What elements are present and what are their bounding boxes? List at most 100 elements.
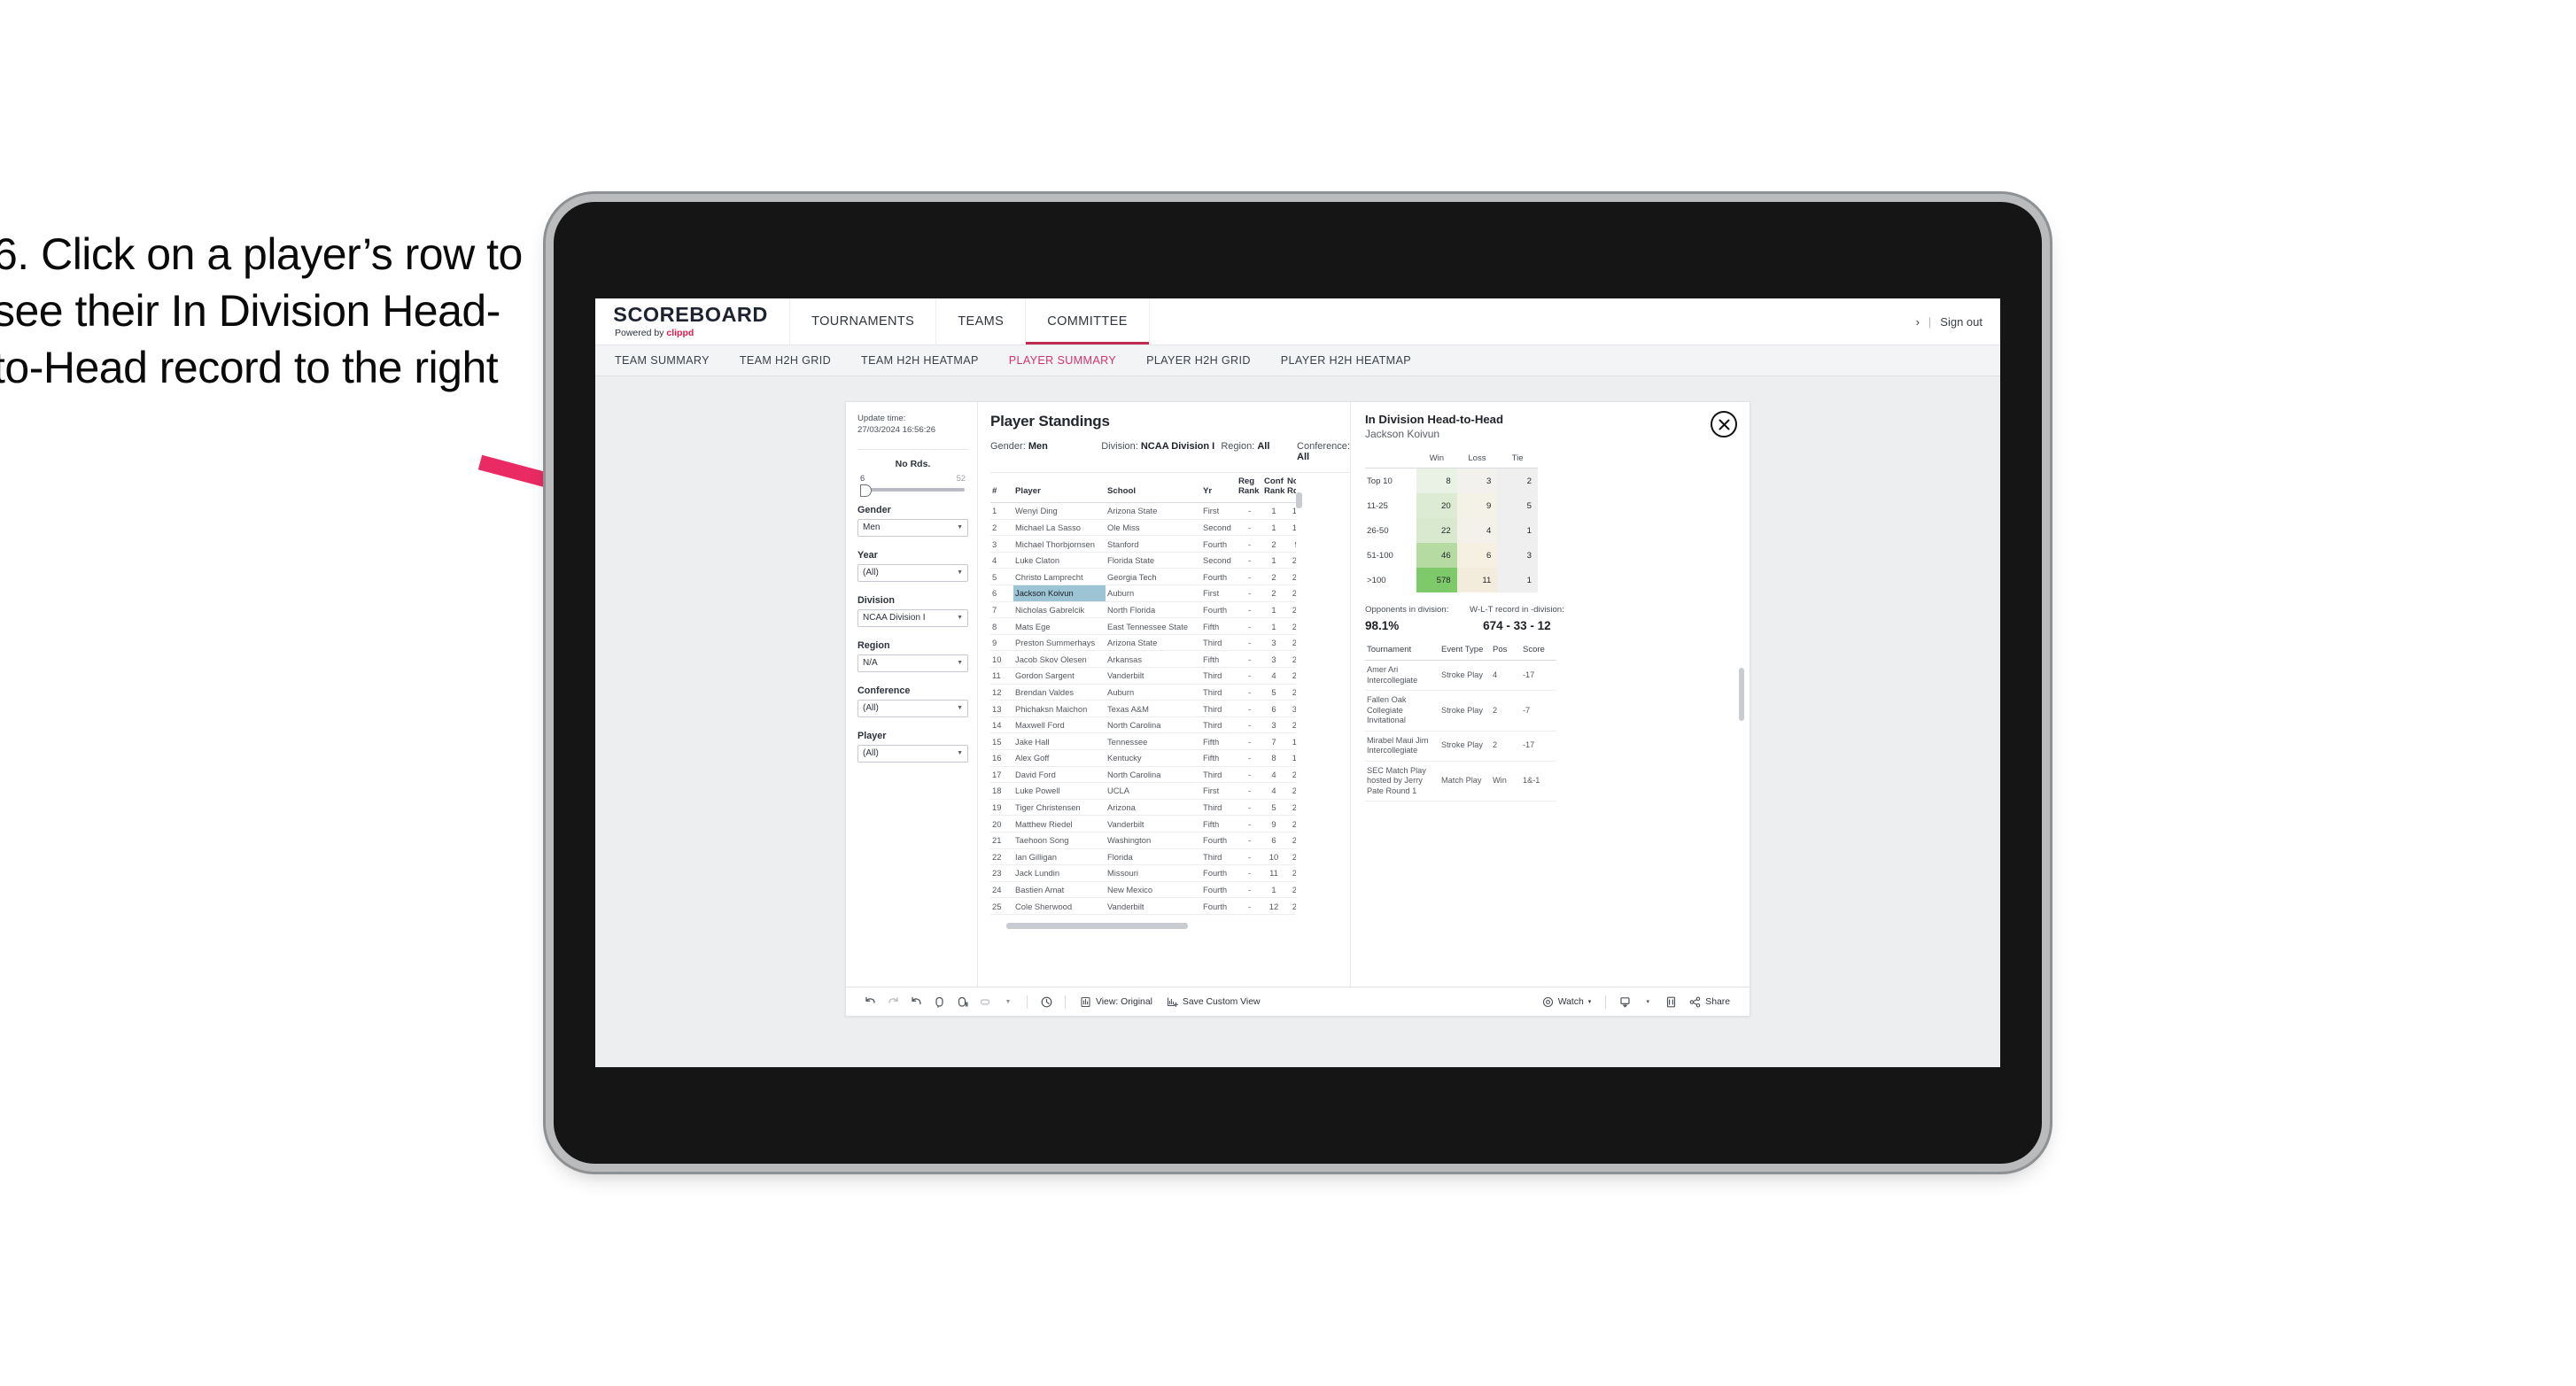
table-row[interactable]: 9Preston SummerhaysArizona StateThird-32… [990, 634, 1296, 652]
table-row[interactable]: 12Brendan ValdesAuburnThird-5270 [990, 684, 1296, 701]
download-caret-icon[interactable]: ▾ [1636, 990, 1659, 1013]
filter-gender-select[interactable]: Men ▼ [857, 518, 968, 537]
cell-reg-rank: - [1237, 799, 1262, 817]
table-row[interactable]: 16Alex GoffKentuckyFifth-8190 [990, 749, 1296, 767]
top-nav-links: TOURNAMENTS TEAMS COMMITTEE [790, 298, 1150, 345]
col-rank[interactable]: # [990, 473, 1013, 504]
cell-school: Tennessee [1106, 732, 1201, 750]
table-row[interactable]: 5Christo LamprechtGeorgia TechFourth-221… [990, 568, 1296, 586]
filter-conference-value: (All) [863, 703, 879, 714]
filter-year-select[interactable]: (All) ▼ [857, 563, 968, 582]
tournament-row[interactable]: Fallen Oak Collegiate Invitational Stroke… [1365, 690, 1556, 732]
tournament-scrollbar[interactable] [1739, 668, 1744, 721]
tournament-row[interactable]: Amer Ari Intercollegiate Stroke Play 4 -17 [1365, 660, 1556, 691]
slider-handle[interactable] [860, 484, 872, 497]
nav-tournaments[interactable]: TOURNAMENTS [790, 298, 937, 345]
cell-school: Arizona [1106, 799, 1201, 817]
close-icon[interactable] [1711, 411, 1737, 437]
view-original-button[interactable]: View: Original [1073, 996, 1160, 1008]
redo-icon[interactable] [881, 990, 904, 1013]
visualization-body: Update time: 27/03/2024 16:56:26 No Rds.… [846, 402, 1750, 987]
cell-player: Cole Sherwood [1013, 897, 1106, 915]
cell-event-type: Match Play [1439, 761, 1491, 801]
table-row[interactable]: 14Maxwell FordNorth CarolinaThird-3230 [990, 716, 1296, 734]
save-custom-view-label: Save Custom View [1182, 996, 1261, 1007]
cell-school: Arkansas [1106, 650, 1201, 669]
table-row[interactable]: 24Bastien AmatNew MexicoFourth-1272 [990, 881, 1296, 899]
col-player[interactable]: Player [1013, 473, 1106, 504]
col-reg-rank[interactable]: Reg Rank [1237, 473, 1262, 504]
col-school[interactable]: School [1106, 473, 1201, 504]
horizontal-scrollbar[interactable] [1006, 922, 1188, 929]
undo-icon[interactable] [858, 990, 881, 1013]
table-row[interactable]: 15Jake HallTennesseeFifth-7180 [990, 732, 1296, 750]
table-row[interactable]: 23Jack LundinMissouriFourth-11240 [990, 864, 1296, 882]
cell-conf-rank: 10 [1262, 848, 1285, 866]
nav-committee[interactable]: COMMITTEE [1026, 298, 1150, 345]
brand-logo[interactable]: SCOREBOARD Powered by clippd [595, 298, 791, 345]
highlight-icon[interactable] [974, 990, 997, 1013]
table-row[interactable]: 10Jacob Skov OlesenArkansasFifth-3230 [990, 650, 1296, 669]
table-row[interactable]: 8Mats EgeEast Tennessee StateFifth-1242 [990, 617, 1296, 635]
tournament-row[interactable]: Mirabel Maui Jim Intercollegiate Stroke P… [1365, 731, 1556, 762]
tablet-screen: SCOREBOARD Powered by clippd TOURNAMENTS… [595, 298, 2000, 1067]
standings-table-scroll: # Player School Yr Reg Rank Conf Rank No… [978, 473, 1296, 987]
tab-player-summary[interactable]: PLAYER SUMMARY [1009, 354, 1116, 367]
table-row[interactable]: 22Ian GilliganFloridaThird-10241 [990, 848, 1296, 866]
download-icon[interactable] [1613, 990, 1636, 1013]
table-row[interactable]: 21Taehoon SongWashingtonFourth-6231 [990, 832, 1296, 849]
table-row[interactable]: 7 Nicholas Gabrelcik North Florida Fourth -1… [990, 601, 1296, 619]
filter-conference-select[interactable]: (All) ▼ [857, 699, 968, 717]
dashboard-workspace: Update time: 27/03/2024 16:56:26 No Rds.… [595, 376, 2000, 1017]
table-row[interactable]: 20Matthew RiedelVanderbiltFifth-9230 [990, 815, 1296, 832]
table-row[interactable]: 3Michael ThorbjornsenStanfordFourth-291 [990, 535, 1296, 553]
revert-icon[interactable] [904, 990, 927, 1013]
filter-region: Region N/A ▼ [857, 640, 968, 672]
save-custom-view-button[interactable]: Save Custom View [1160, 996, 1268, 1008]
table-row[interactable]: 11Gordon SargentVanderbiltThird-4210 [990, 667, 1296, 685]
filter-division-select[interactable]: NCAA Division I ▼ [857, 608, 968, 627]
table-row[interactable]: 4Luke ClatonFlorida StateSecond-1272 [990, 552, 1296, 569]
tab-team-h2h-heatmap[interactable]: TEAM H2H HEATMAP [861, 354, 979, 367]
filter-region-select[interactable]: N/A ▼ [857, 654, 968, 672]
tournament-row[interactable]: SEC Match Play hosted by Jerry Pate Roun… [1365, 761, 1556, 801]
app-sub-navbar: TEAM SUMMARY TEAM H2H GRID TEAM H2H HEAT… [595, 345, 2000, 376]
nav-teams[interactable]: TEAMS [936, 298, 1027, 345]
col-no-rds[interactable]: No Rds. [1285, 473, 1296, 504]
cell-rank: 17 [990, 766, 1013, 784]
table-row[interactable]: 1Wenyi DingArizona StateFirst-1151 [990, 502, 1296, 520]
cell-rank: 25 [990, 897, 1013, 915]
table-row[interactable]: 25Cole SherwoodVanderbiltFourth-12231 [990, 897, 1296, 915]
table-row[interactable]: 17David FordNorth CarolinaThird-4211 [990, 766, 1296, 784]
highlight-caret-icon[interactable]: ▼ [997, 990, 1020, 1013]
filter-player-select[interactable]: (All) ▼ [857, 744, 968, 763]
table-row[interactable]: 13Phichaksn MaichonTexas A&MThird-6301 [990, 700, 1296, 717]
share-button[interactable]: Share [1682, 996, 1737, 1008]
chevron-right-icon[interactable]: › [1916, 315, 1920, 329]
refresh-data-icon[interactable] [927, 990, 950, 1013]
tab-team-h2h-grid[interactable]: TEAM H2H GRID [740, 354, 831, 367]
tab-team-summary[interactable]: TEAM SUMMARY [615, 354, 710, 367]
heatmap-row: 26-50 22 4 1 [1365, 518, 1538, 543]
cell-school: Auburn [1106, 684, 1201, 701]
fullscreen-icon[interactable] [1659, 990, 1682, 1013]
cell-player: Matthew Riedel [1013, 815, 1106, 832]
col-conf-rank[interactable]: Conf Rank [1262, 473, 1285, 504]
cell-event-type: Stroke Play [1439, 731, 1491, 762]
vertical-scrollbar[interactable] [1296, 492, 1302, 508]
col-yr[interactable]: Yr [1201, 473, 1237, 504]
table-row[interactable]: 19Tiger ChristensenArizonaThird-5232 [990, 799, 1296, 817]
tab-player-h2h-grid[interactable]: PLAYER H2H GRID [1146, 354, 1251, 367]
table-row[interactable]: 18Luke PowellUCLAFirst-4241 [990, 782, 1296, 800]
tab-player-h2h-heatmap[interactable]: PLAYER H2H HEATMAP [1281, 354, 1411, 367]
watch-button[interactable]: Watch ▾ [1535, 996, 1599, 1008]
no-rounds-slider[interactable] [860, 484, 965, 497]
no-rounds-min: 6 [860, 472, 865, 483]
table-row[interactable]: 6Jackson KoivunAuburnFirst-2271 [990, 585, 1296, 602]
table-row[interactable]: 2Michael La SassoOle MissSecond-1180 [990, 519, 1296, 537]
sign-out-link[interactable]: Sign out [1940, 315, 1982, 329]
cell-no-rds: 9 [1285, 535, 1296, 553]
clock-icon[interactable] [1035, 990, 1058, 1013]
cell-yr: Third [1201, 766, 1237, 784]
pause-updates-icon[interactable] [950, 990, 974, 1013]
